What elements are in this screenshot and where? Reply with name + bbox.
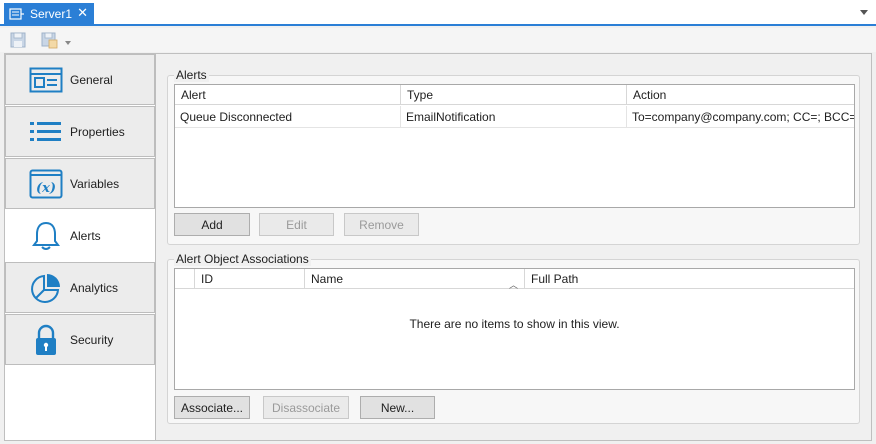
column-header-select[interactable]: [175, 269, 195, 289]
edit-button[interactable]: Edit: [259, 213, 334, 236]
alerts-group-title: Alerts: [174, 68, 209, 82]
sidebar-item-analytics[interactable]: Analytics: [5, 262, 155, 313]
empty-message: There are no items to show in this view.: [409, 317, 620, 331]
sort-ascending-icon: ︿: [508, 280, 518, 289]
cell-type: EmailNotification: [401, 106, 627, 128]
column-header-full-path[interactable]: Full Path: [525, 269, 856, 289]
column-header-action[interactable]: Action: [627, 85, 856, 105]
sidebar-item-variables[interactable]: (x) Variables: [5, 158, 155, 209]
general-icon: [28, 63, 64, 97]
column-header-name[interactable]: Name ︿: [305, 269, 525, 289]
editor-frame: General Properties (x) Variables Alerts …: [4, 53, 872, 441]
variables-icon: (x): [28, 167, 64, 201]
new-button[interactable]: New...: [360, 396, 435, 419]
associations-group-title: Alert Object Associations: [174, 252, 311, 266]
disassociate-button[interactable]: Disassociate: [263, 396, 349, 419]
associations-group: Alert Object Associations ID Name ︿ Full…: [167, 252, 860, 424]
sidebar-item-general[interactable]: General: [5, 54, 155, 105]
document-tab-strip: Server1 ✕: [0, 0, 876, 26]
sidebar-item-properties[interactable]: Properties: [5, 106, 155, 157]
alerts-group: Alerts Alert Type Action Queue Disconnec…: [167, 68, 860, 245]
alerts-content: Alerts Alert Type Action Queue Disconnec…: [155, 54, 871, 440]
properties-icon: [28, 115, 64, 149]
alerts-grid-header: Alert Type Action: [175, 85, 854, 105]
alerts-grid[interactable]: Alert Type Action Queue Disconnected Ema…: [174, 84, 855, 208]
sidebar-item-label: Properties: [70, 124, 125, 139]
remove-button[interactable]: Remove: [344, 213, 419, 236]
pie-chart-icon: [28, 271, 64, 305]
associations-grid[interactable]: ID Name ︿ Full Path There are no items t…: [174, 268, 855, 390]
bell-icon: [28, 219, 64, 253]
save-icon[interactable]: [9, 31, 27, 49]
sidebar-item-alerts[interactable]: Alerts: [5, 210, 155, 261]
svg-text:(x): (x): [36, 181, 56, 196]
column-header-type[interactable]: Type: [401, 85, 627, 105]
column-header-alert[interactable]: Alert: [175, 85, 401, 105]
cell-action: To=company@company.com; CC=; BCC=: [632, 110, 854, 124]
tab-server1[interactable]: Server1 ✕: [4, 3, 94, 24]
cell-alert: Queue Disconnected: [175, 106, 401, 128]
associations-grid-header: ID Name ︿ Full Path: [175, 269, 854, 289]
sidebar-item-label: Security: [70, 332, 114, 347]
table-row[interactable]: Queue Disconnected EmailNotification To=…: [175, 106, 854, 128]
column-header-id[interactable]: ID: [195, 269, 305, 289]
sidebar-item-security[interactable]: Security: [5, 314, 155, 365]
sidebar-item-label: General: [70, 72, 113, 87]
tab-title: Server1: [30, 6, 73, 21]
add-button[interactable]: Add: [174, 213, 250, 236]
column-header-name-label: Name: [311, 272, 344, 286]
server-icon: [9, 7, 24, 20]
chevron-down-icon[interactable]: [860, 10, 868, 15]
associate-button[interactable]: Associate...: [174, 396, 250, 419]
close-icon[interactable]: ✕: [77, 5, 88, 21]
sidebar-item-label: Alerts: [70, 228, 101, 243]
sidebar-item-label: Analytics: [70, 280, 119, 295]
toolbar: [0, 28, 876, 52]
sidebar-item-label: Variables: [70, 176, 120, 191]
sidebar: General Properties (x) Variables Alerts …: [5, 54, 155, 440]
lock-icon: [28, 323, 64, 357]
save-dropdown-icon[interactable]: [65, 41, 71, 45]
save-as-icon[interactable]: [40, 31, 58, 49]
